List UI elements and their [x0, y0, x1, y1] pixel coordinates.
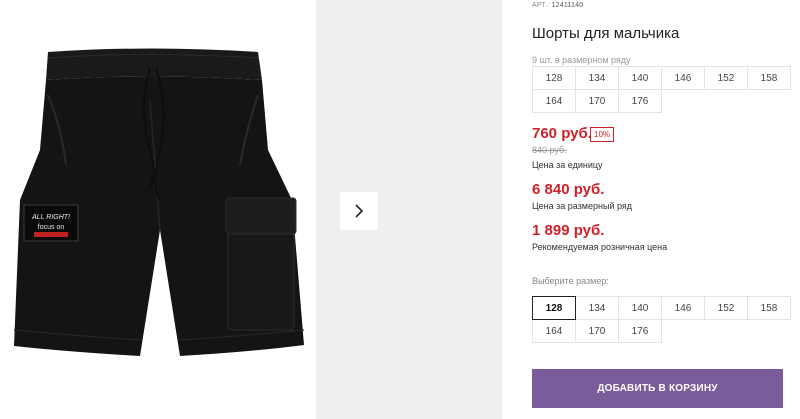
pack-size-cell: 164 — [532, 89, 576, 113]
pack-size-cell: 170 — [575, 89, 619, 113]
unit-price-label: Цена за единицу — [532, 160, 603, 170]
pack-size-cell: 128 — [532, 66, 576, 90]
size-option[interactable]: 152 — [704, 296, 748, 320]
pack-price: 6 840 руб. — [532, 181, 605, 198]
sku-label: АРТ.: — [532, 2, 550, 9]
size-option[interactable]: 158 — [747, 296, 791, 320]
rrp-price: 1 899 руб. — [532, 222, 605, 239]
unit-price: 760 руб. — [532, 125, 592, 142]
size-option[interactable]: 164 — [532, 319, 576, 343]
product-title: Шорты для мальчика — [532, 25, 680, 42]
size-option[interactable]: 146 — [661, 296, 705, 320]
pack-size-cell: 146 — [661, 66, 705, 90]
size-option[interactable]: 134 — [575, 296, 619, 320]
sku: АРТ.: 12411140 — [532, 2, 583, 9]
choose-size-label: Выберите размер: — [532, 276, 609, 286]
pack-size-cell: 140 — [618, 66, 662, 90]
pack-price-label: Цена за размерный ряд — [532, 201, 633, 211]
brand-patch: ALL RIGHT! focus on — [23, 204, 79, 242]
size-option[interactable]: 140 — [618, 296, 662, 320]
size-option[interactable]: 170 — [575, 319, 619, 343]
patch-line-2: focus on — [38, 224, 65, 231]
old-price: 840 руб. — [532, 145, 567, 155]
pack-size-cell: 158 — [747, 66, 791, 90]
gallery-next-button[interactable] — [340, 192, 378, 230]
shorts-illustration: ALL RIGHT! focus on — [13, 48, 305, 356]
product-image: ALL RIGHT! focus on — [0, 0, 316, 419]
patch-line-1: ALL RIGHT! — [31, 214, 70, 221]
pack-size-cell: 176 — [618, 89, 662, 113]
pack-size-cell: 134 — [575, 66, 619, 90]
discount-badge: 10% — [590, 127, 615, 142]
pack-size-grid: 128 134 140 146 152 158 164 170 176 — [532, 66, 791, 113]
size-option-selected[interactable]: 128 — [532, 296, 576, 320]
rrp-price-label: Рекомендуемая розничная цена — [532, 242, 668, 252]
pack-size-cell: 152 — [704, 66, 748, 90]
size-option[interactable]: 176 — [618, 319, 662, 343]
add-to-cart-button[interactable]: ДОБАВИТЬ В КОРЗИНУ — [532, 369, 783, 408]
pack-sizes-label: 9 шт. в размерном ряду — [532, 55, 631, 65]
sku-value: 12411140 — [551, 2, 584, 9]
size-selector: 128 134 140 146 152 158 164 170 176 — [532, 296, 791, 343]
chevron-right-icon — [355, 204, 364, 218]
